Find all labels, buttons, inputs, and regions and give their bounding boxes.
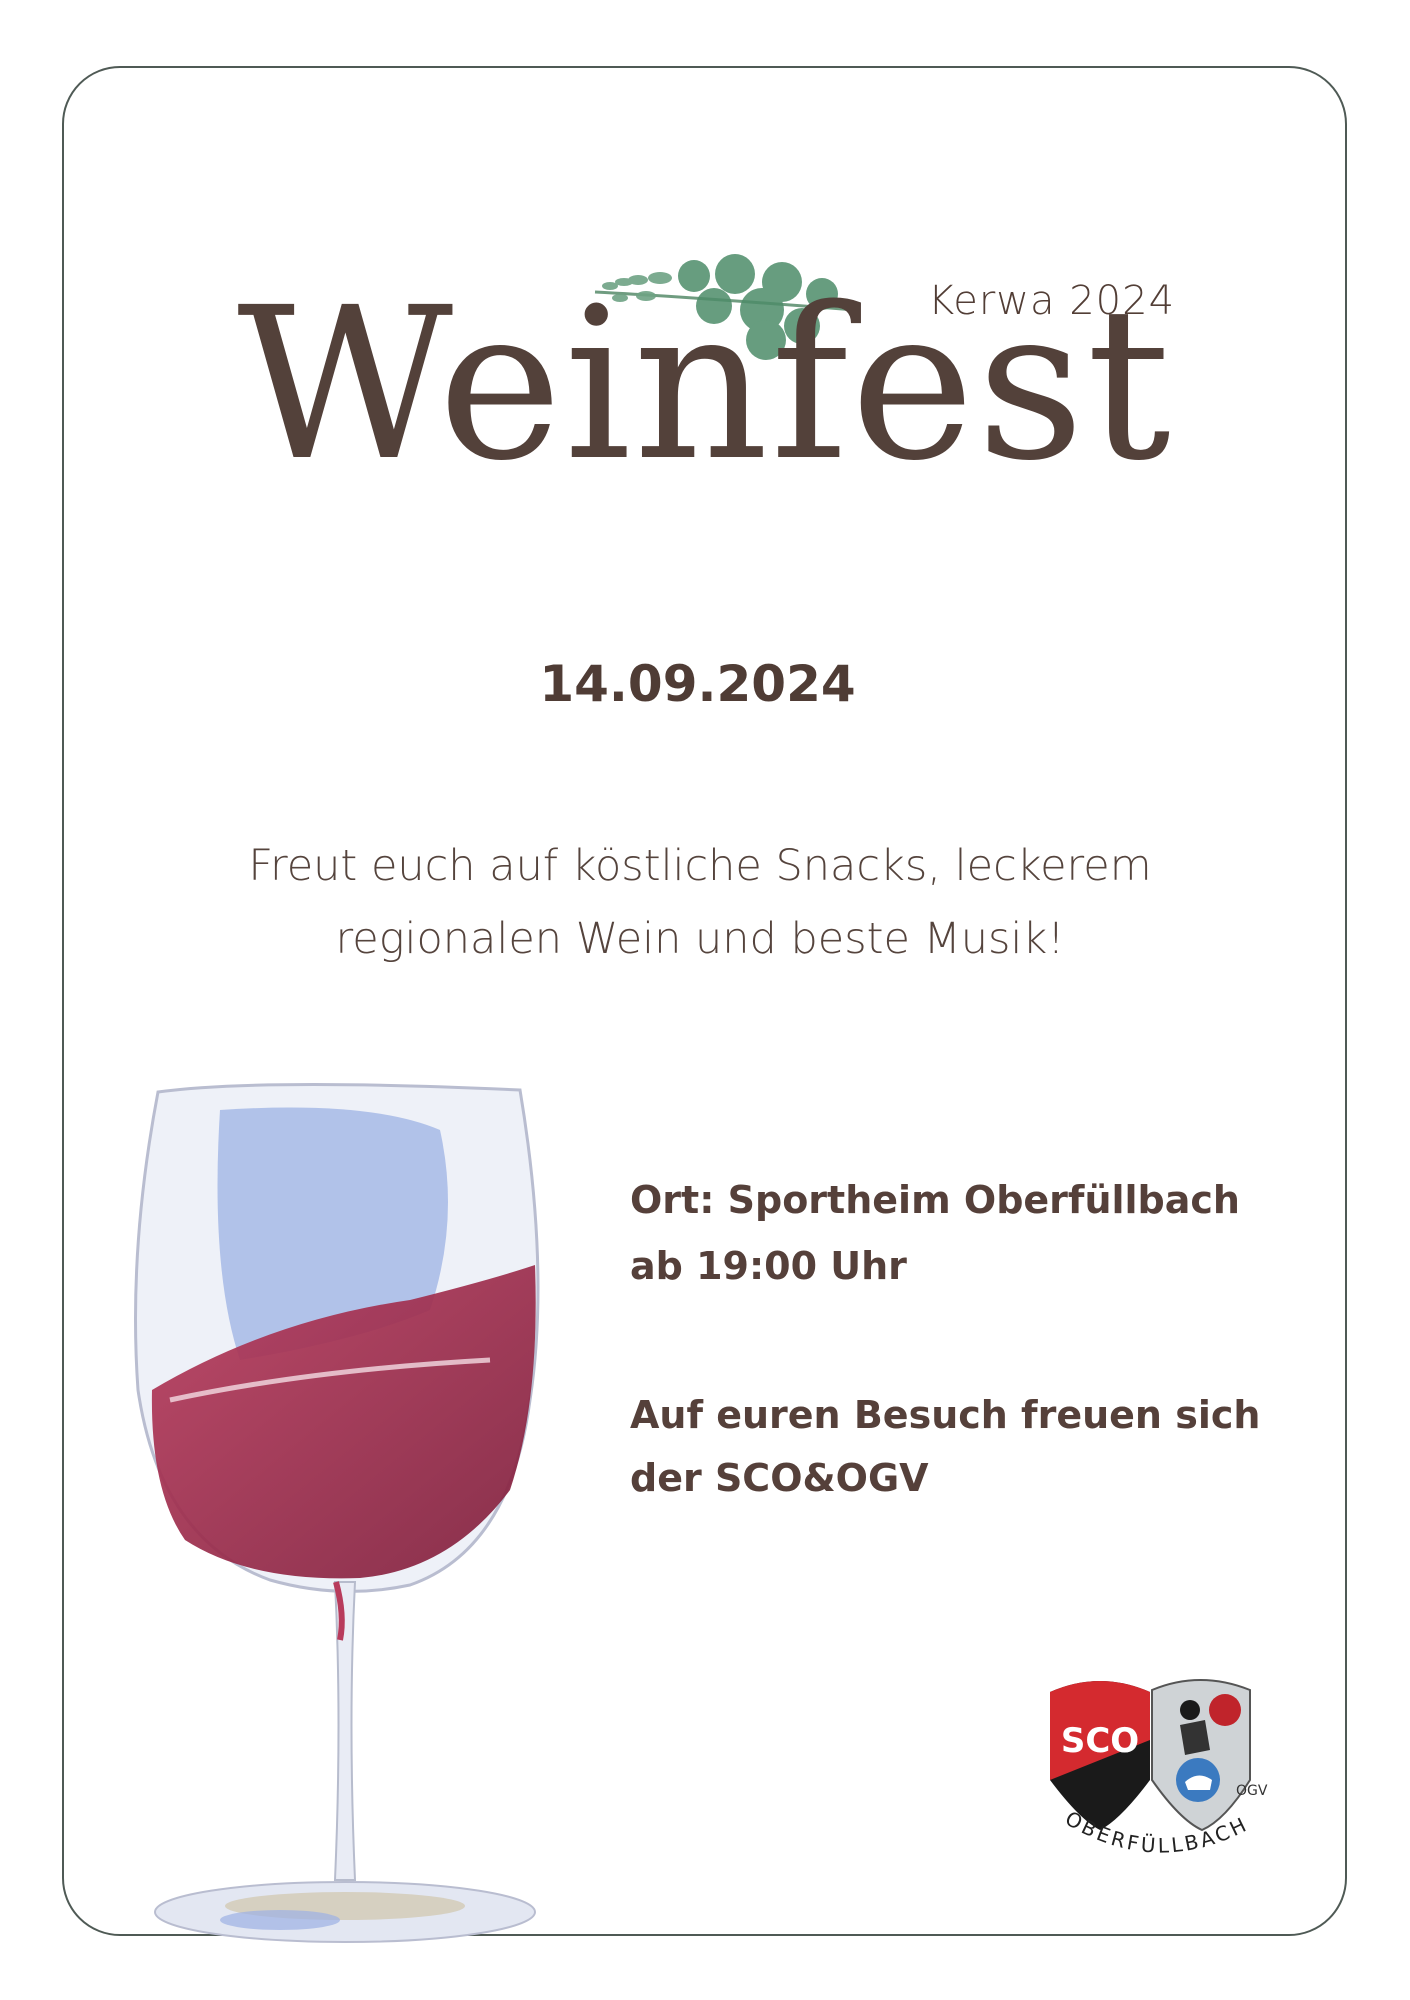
event-hosts: Auf euren Besuch freuen sich der SCO&OGV xyxy=(630,1384,1330,1510)
event-tagline: Freut euch auf köstliche Snacks, leckere… xyxy=(160,830,1240,976)
wine-glass-illustration xyxy=(134,1082,540,1943)
event-details: Ort: Sportheim Oberfüllbach ab 19:00 Uhr xyxy=(630,1167,1330,1299)
event-location: Ort: Sportheim Oberfüllbach xyxy=(630,1178,1240,1222)
hosts-line-2: der SCO&OGV xyxy=(630,1456,929,1500)
hosts-line-1: Auf euren Besuch freuen sich xyxy=(630,1393,1261,1437)
svg-text:SCO: SCO xyxy=(1061,1721,1139,1761)
event-date: 14.09.2024 xyxy=(539,655,856,713)
club-logos: SCO OGV OBERFÜLLBACH xyxy=(1050,1679,1268,1858)
ogv-shield-icon: OGV xyxy=(1151,1679,1268,1832)
tagline-line-1: Freut euch auf köstliche Snacks, leckere… xyxy=(248,841,1152,891)
svg-text:OGV: OGV xyxy=(1236,1783,1268,1799)
event-time: ab 19:00 Uhr xyxy=(630,1244,907,1288)
sco-shield-icon: SCO xyxy=(1050,1681,1150,1830)
tagline-line-2: regionalen Wein und beste Musik! xyxy=(335,914,1065,964)
poster-title: Weinfest xyxy=(237,262,1173,507)
